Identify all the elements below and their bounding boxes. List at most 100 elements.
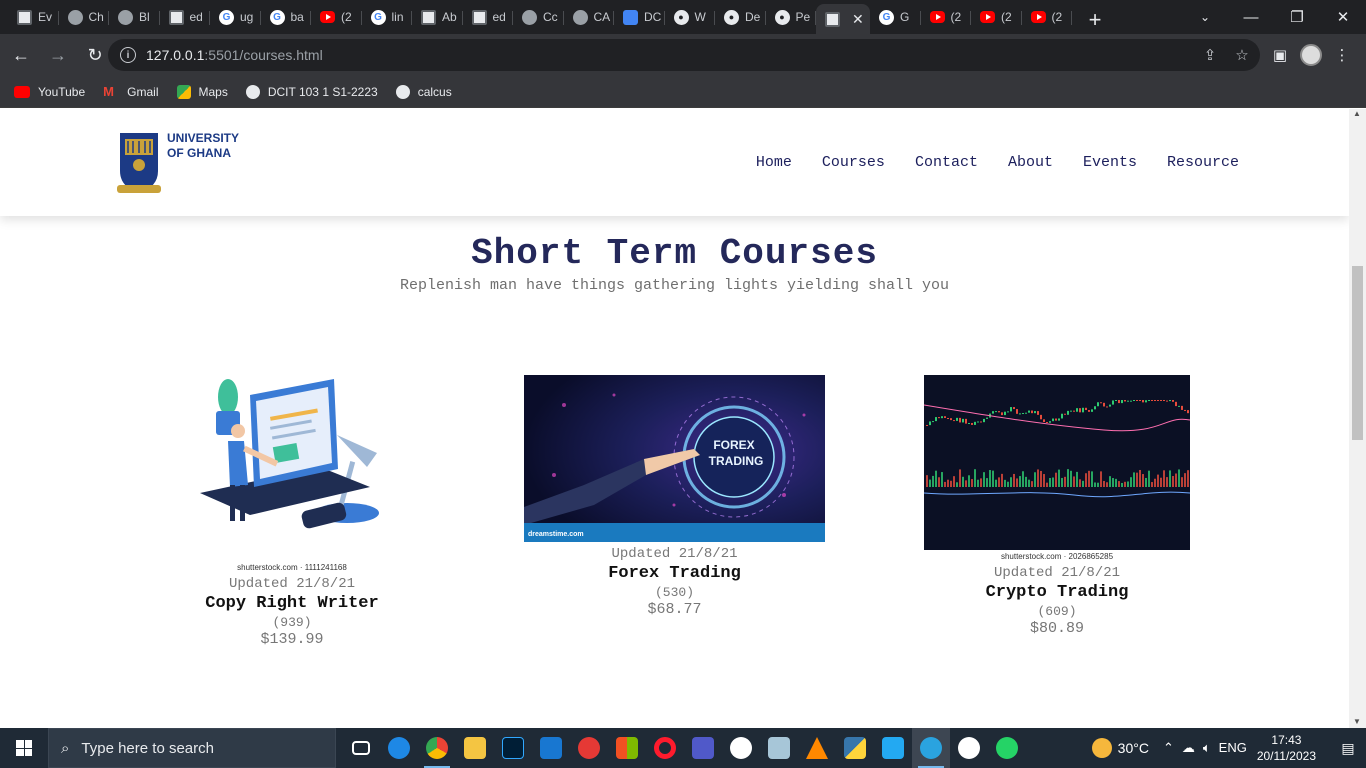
browser-tab[interactable]: ● Pe xyxy=(766,3,817,31)
wordpad-icon[interactable] xyxy=(722,728,760,768)
globe-favicon-icon xyxy=(118,9,133,25)
taskbar-search[interactable]: ⌕ Type here to search xyxy=(48,728,336,768)
tab-label: ug xyxy=(240,10,254,24)
notification-center-icon[interactable]: ▤ xyxy=(1330,740,1366,757)
nav-link-courses[interactable]: Courses xyxy=(822,154,885,171)
edge-icon[interactable] xyxy=(380,728,418,768)
browser-tab[interactable]: Glin xyxy=(362,3,413,31)
nav-link-contact[interactable]: Contact xyxy=(915,154,978,171)
course-card-forex-trading[interactable]: FOREX TRADING dreamstime.com Updated 21/… xyxy=(524,375,825,618)
volume-icon[interactable]: 🔈︎ xyxy=(1203,740,1211,756)
gpt-favicon-icon xyxy=(67,9,83,25)
language-indicator[interactable]: ENG xyxy=(1219,740,1247,756)
store-icon[interactable] xyxy=(608,728,646,768)
nav-link-about[interactable]: About xyxy=(1008,154,1053,171)
browser-tab[interactable]: Gba xyxy=(261,3,312,31)
url-text[interactable]: 127.0.0.1:5501/courses.html xyxy=(146,47,323,63)
restore-icon[interactable]: ❐ xyxy=(1274,0,1320,34)
nav-link-resource[interactable]: Resource xyxy=(1167,154,1239,171)
nav-link-home[interactable]: Home xyxy=(756,154,792,171)
notes-icon[interactable] xyxy=(760,728,798,768)
address-bar[interactable]: i 127.0.0.1:5501/courses.html ⇪ ☆ xyxy=(108,39,1260,71)
tab-label: Ch xyxy=(88,10,104,24)
browser-tab[interactable]: (2 xyxy=(1022,3,1073,31)
gh-favicon-icon: ● xyxy=(774,9,790,25)
bookmark-item[interactable]: M Gmail xyxy=(103,84,158,99)
course-name[interactable]: Forex Trading xyxy=(524,564,825,583)
teams-icon[interactable] xyxy=(684,728,722,768)
reload-icon[interactable]: ↻ xyxy=(79,39,111,71)
browser-tab[interactable]: CA xyxy=(564,3,615,31)
profile-avatar[interactable] xyxy=(1300,44,1322,66)
tab-label: (2 xyxy=(1051,10,1063,24)
vscode-icon[interactable] xyxy=(874,728,912,768)
photoshop-icon[interactable] xyxy=(494,728,532,768)
screen-recorder-icon[interactable] xyxy=(570,728,608,768)
page-favicon-icon xyxy=(471,9,487,25)
browser-tab[interactable]: ● De xyxy=(715,3,766,31)
globe-favicon-icon xyxy=(522,9,537,25)
site-info-icon[interactable]: i xyxy=(120,47,136,63)
chevron-up-icon[interactable]: ⌃ xyxy=(1163,740,1174,756)
whatsapp-icon[interactable] xyxy=(988,728,1026,768)
maps-bookmark-icon xyxy=(176,84,191,99)
browser-tab[interactable]: GG xyxy=(870,3,921,31)
mail-icon[interactable] xyxy=(532,728,570,768)
clock[interactable]: 17:43 20/11/2023 xyxy=(1257,732,1316,764)
scroll-thumb[interactable] xyxy=(1352,266,1363,440)
vlc-icon[interactable] xyxy=(798,728,836,768)
forward-icon[interactable]: → xyxy=(42,39,74,71)
chrome-icon[interactable] xyxy=(418,728,456,768)
browser-tab[interactable]: Ev xyxy=(8,3,59,31)
system-tray: 30°C ⌃ ☁ 🔈︎ ENG 17:43 20/11/2023 ▤ xyxy=(1091,728,1366,768)
browser-tab[interactable]: Ch xyxy=(59,3,110,31)
network-icon[interactable]: ☁ xyxy=(1182,740,1195,756)
start-button[interactable] xyxy=(0,728,48,768)
course-name[interactable]: Crypto Trading xyxy=(924,583,1190,602)
browser-tab[interactable]: (2 xyxy=(921,3,972,31)
telegram-icon[interactable] xyxy=(912,728,950,768)
close-tab-icon[interactable]: ✕ xyxy=(852,11,864,28)
bookmark-item[interactable]: DCIT 103 1 S1-2223 xyxy=(245,84,378,99)
file-explorer-icon[interactable] xyxy=(456,728,494,768)
course-card-copy-right-writer[interactable]: shutterstock.com · 1111241168 Updated 21… xyxy=(192,375,392,648)
browser-tab[interactable]: Bl xyxy=(109,3,160,31)
course-card-crypto-trading[interactable]: shutterstock.com · 2026865285 Updated 21… xyxy=(924,375,1190,637)
browser-tab[interactable]: DC xyxy=(614,3,665,31)
tab-active[interactable]: ✕ xyxy=(816,4,870,34)
browser-tab[interactable]: ed xyxy=(160,3,211,31)
python-icon[interactable] xyxy=(836,728,874,768)
browser-tab[interactable]: ed xyxy=(463,3,514,31)
browser-tab[interactable]: Cc xyxy=(513,3,564,31)
svg-text:TRADING: TRADING xyxy=(709,454,764,468)
browser-tab[interactable]: Ab xyxy=(412,3,463,31)
bookmark-item[interactable]: Maps xyxy=(176,84,228,99)
task-view-icon[interactable] xyxy=(342,728,380,768)
menu-kebab-icon[interactable]: ⋮ xyxy=(1328,39,1356,71)
bookmark-star-icon[interactable]: ☆ xyxy=(1230,43,1254,67)
browser-tab[interactable]: Gug xyxy=(210,3,261,31)
browser-tab[interactable]: (2 xyxy=(971,3,1022,31)
new-tab-button[interactable]: + xyxy=(1080,6,1110,34)
university-logo[interactable]: UNIVERSITY OF GHANA xyxy=(117,131,239,197)
scroll-up-icon[interactable]: ▲ xyxy=(1353,109,1361,118)
course-name[interactable]: Copy Right Writer xyxy=(192,594,392,613)
weather-widget[interactable]: 30°C xyxy=(1091,738,1149,758)
site-header: UNIVERSITY OF GHANA Home Courses Contact Ab… xyxy=(0,109,1349,216)
browser-tab[interactable]: (2 xyxy=(311,3,362,31)
bookmark-item[interactable]: calcus xyxy=(395,84,452,99)
nav-link-events[interactable]: Events xyxy=(1083,154,1137,171)
browser-tab[interactable]: ● W xyxy=(665,3,716,31)
whatsapp-desktop-icon[interactable] xyxy=(950,728,988,768)
share-icon[interactable]: ⇪ xyxy=(1198,43,1222,67)
forex-trading-image: FOREX TRADING dreamstime.com xyxy=(524,375,825,542)
side-panel-icon[interactable]: ▣ xyxy=(1266,39,1294,71)
scroll-down-icon[interactable]: ▼ xyxy=(1353,717,1361,726)
minimize-icon[interactable]: — xyxy=(1228,0,1274,34)
opera-icon[interactable] xyxy=(646,728,684,768)
tab-search-icon[interactable]: ⌄ xyxy=(1192,4,1218,30)
bookmark-item[interactable]: YouTube xyxy=(14,85,85,99)
page-scrollbar[interactable]: ▲ ▼ xyxy=(1349,109,1366,728)
back-icon[interactable]: ← xyxy=(5,39,37,71)
close-window-icon[interactable]: ✕ xyxy=(1320,0,1366,34)
